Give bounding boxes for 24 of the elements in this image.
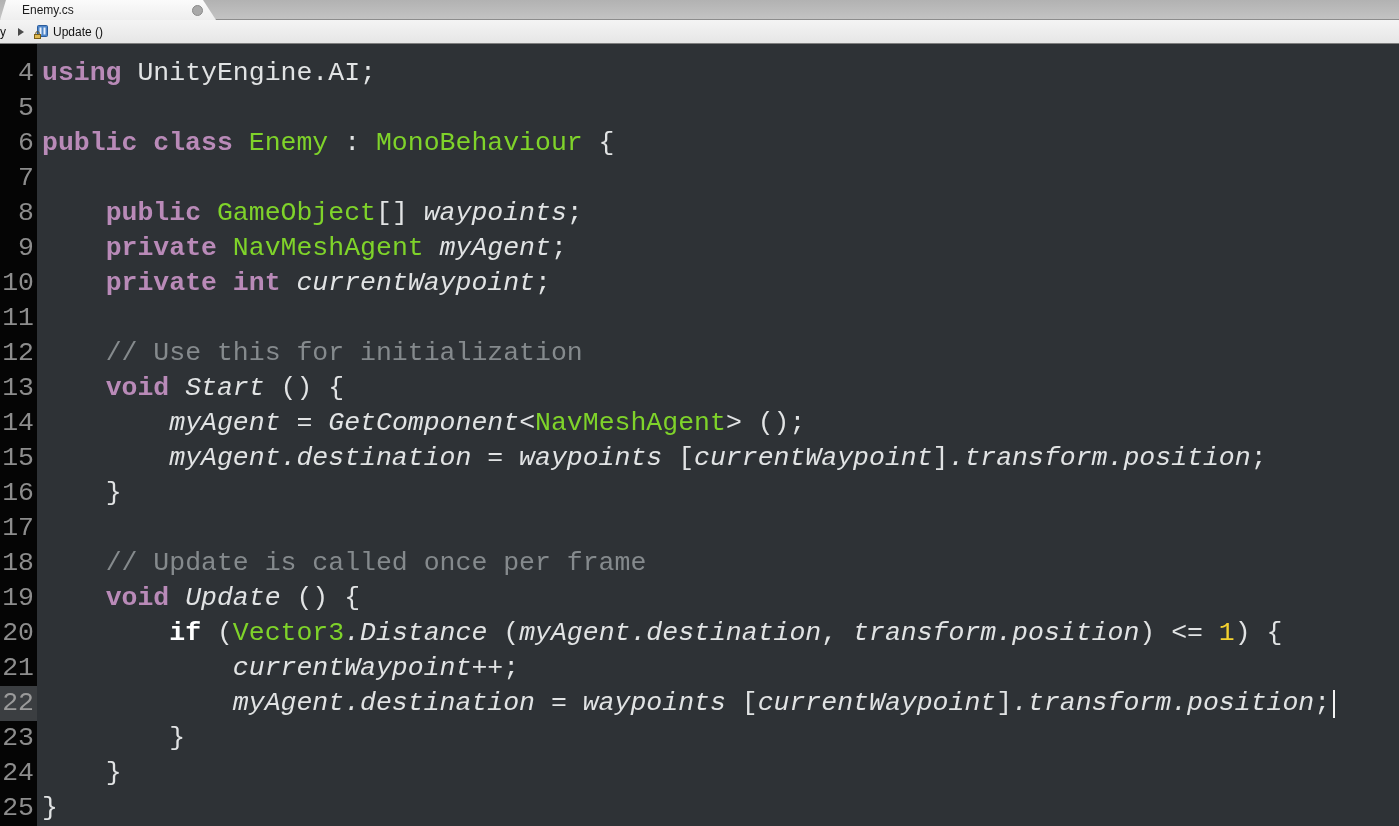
breadcrumb-item[interactable]: y xyxy=(0,23,6,40)
code-line: if (Vector3.Distance (myAgent.destination, transform.position) <= 1) { xyxy=(169,617,1283,650)
code-line: void Start () { xyxy=(105,372,345,405)
line-number: 22 xyxy=(0,686,37,721)
code-line: // Update is called once per frame xyxy=(105,547,647,580)
code-line: private NavMeshAgent myAgent; xyxy=(105,232,567,265)
code-line: } xyxy=(42,792,58,825)
breadcrumb-item[interactable]: Update () xyxy=(34,23,104,40)
tile-lock-icon xyxy=(34,24,48,39)
arrow-right-icon xyxy=(18,27,24,36)
code-line: public class Enemy : MonoBehaviour { xyxy=(42,127,615,160)
file-tab[interactable]: Enemy.cs xyxy=(0,0,216,20)
code-line: // Use this for initialization xyxy=(105,337,583,370)
code-line: myAgent = GetComponent<NavMeshAgent> (); xyxy=(169,407,806,440)
code-line: public GameObject[] waypoints; xyxy=(105,197,583,230)
code-line: private int currentWaypoint; xyxy=(105,267,551,300)
code-line: myAgent.destination = waypoints [currentWaypoint].transform.position; xyxy=(169,442,1267,475)
code-line: } xyxy=(169,722,186,755)
code-line: } xyxy=(105,477,122,510)
code-line: void Update () { xyxy=(105,582,361,615)
code-line: myAgent.destination = waypoints [currentWaypoint].transform.position; xyxy=(232,687,1331,720)
code-line: currentWaypoint++; xyxy=(232,652,520,685)
code-line: using UnityEngine.AI; xyxy=(42,57,376,90)
code-line: } xyxy=(105,757,122,790)
